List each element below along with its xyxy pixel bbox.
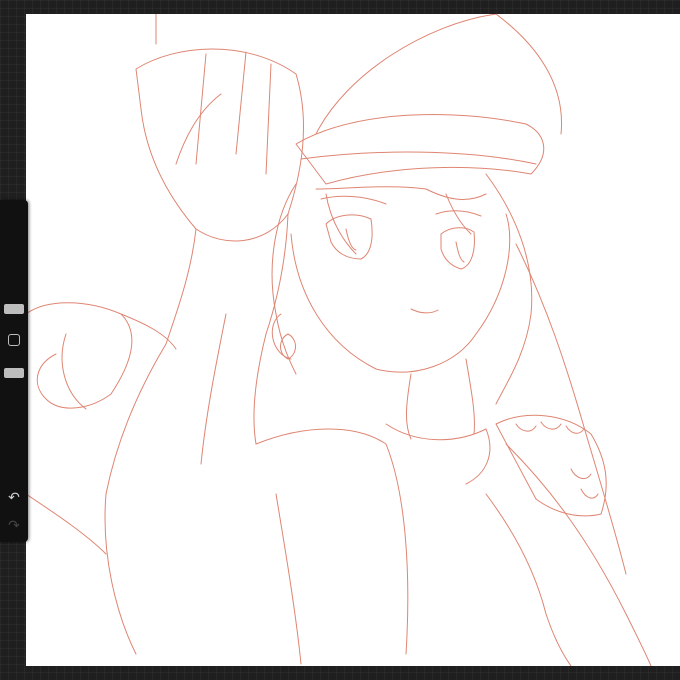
sketch-bangs [315,186,487,255]
sketch-mouth [410,308,439,314]
sketch-hat-brim [300,151,537,165]
drawing-app: ↶ ↷ [0,0,680,680]
sketch-hat-top [315,14,563,135]
sketch-hat [295,114,545,185]
redo-arrow-icon[interactable]: ↷ [4,516,24,536]
sketch-eye-left-pupil [345,228,357,251]
sketch-shoulder-left [255,428,409,655]
brush-opacity-slider[interactable] [4,368,24,378]
sketch-arm-outline [104,333,267,655]
sketch-hair-curl [26,302,133,409]
sketch-brow-right [435,210,482,217]
sketch-brow-left [320,195,387,205]
sketch-hair-right [485,173,533,405]
undo-arrow-icon[interactable]: ↶ [4,488,24,508]
sketch-chest [485,493,572,666]
sketch-hair-long-right [515,243,627,575]
sketch-torso [275,443,652,666]
square-outline-icon[interactable] [8,334,20,346]
brush-sidebar: ↶ ↷ [0,200,28,542]
sketch-fist-detail [155,14,272,175]
sketch-hand-right [495,414,607,517]
sketch-layer [26,14,652,666]
sketch-eye-left [325,214,373,260]
sketch-forearm [165,213,289,345]
drawing-canvas[interactable] [26,14,680,666]
sketch-hair-strand [61,313,177,410]
sketch-fist [135,48,304,242]
brush-size-slider[interactable] [4,304,24,314]
sketch-face [290,213,511,373]
sketch-eye-right-pupil [455,241,465,263]
